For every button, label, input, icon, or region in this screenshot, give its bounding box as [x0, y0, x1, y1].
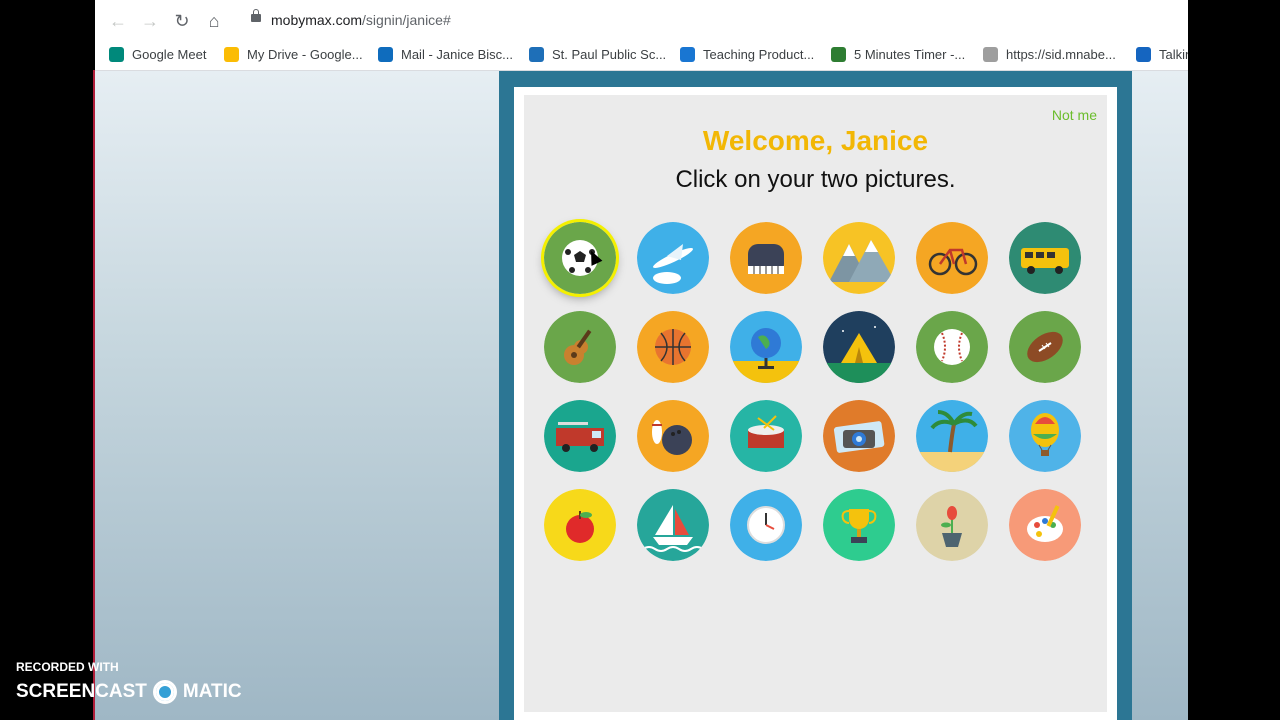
back-icon[interactable]: ←: [107, 10, 129, 32]
picture-clock[interactable]: [730, 489, 802, 561]
url-host: mobymax.com: [271, 12, 363, 28]
school-bus-icon: [1009, 222, 1081, 294]
picture-paint-palette[interactable]: [1009, 489, 1081, 561]
flower-pot-icon: [916, 489, 988, 561]
bookmark-label: My Drive - Google...: [247, 47, 363, 62]
bookmark-label: St. Paul Public Sc...: [552, 47, 667, 62]
bookmark-label: Talkin: [1159, 47, 1188, 62]
fire-truck-icon: [544, 400, 616, 472]
piano-icon: [730, 222, 802, 294]
timer-icon: [831, 47, 846, 62]
bicycle-icon: [916, 222, 988, 294]
basketball-icon: [637, 311, 709, 383]
bookmark-google-meet[interactable]: Google Meet: [109, 45, 206, 65]
document-icon: [983, 47, 998, 62]
picture-airplane[interactable]: [637, 222, 709, 294]
bookmark-st-paul[interactable]: St. Paul Public Sc...: [529, 45, 666, 65]
google-drive-icon: [224, 47, 239, 62]
reload-icon[interactable]: ↻: [171, 10, 193, 32]
screencast-watermark: RECORDED WITH SCREENCAST MATIC: [16, 660, 242, 704]
picture-hot-air-balloon[interactable]: [1009, 400, 1081, 472]
address-bar[interactable]: mobymax.com/signin/janice#: [245, 8, 1188, 34]
soccer-ball-icon: [544, 222, 616, 294]
screencast-logo-icon: [152, 680, 177, 704]
hot-air-balloon-icon: [1009, 400, 1081, 472]
home-icon[interactable]: ⌂: [203, 10, 225, 32]
picture-soccer-ball[interactable]: [544, 222, 616, 294]
bookmark-label: Mail - Janice Bisc...: [401, 47, 513, 62]
bookmark-talkin[interactable]: Talkin: [1136, 45, 1188, 65]
picture-sailboat[interactable]: [637, 489, 709, 561]
clock-icon: [730, 489, 802, 561]
mountains-icon: [823, 222, 895, 294]
picture-drum[interactable]: [730, 400, 802, 472]
watermark-brand-left: SCREENCAST: [16, 681, 147, 702]
welcome-heading: Welcome, Janice: [702, 125, 929, 156]
picture-flower-pot[interactable]: [916, 489, 988, 561]
toolbar: ← → ↻ ⌂ mobymax.com/signin/janice#: [95, 0, 1188, 40]
browser-window: ← → ↻ ⌂ mobymax.com/signin/janice# Googl…: [95, 0, 1188, 720]
pinterest-icon: [680, 47, 695, 62]
baseball-icon: [916, 311, 988, 383]
picture-piano[interactable]: [730, 222, 802, 294]
paint-palette-icon: [1009, 489, 1081, 561]
bookmark-label: 5 Minutes Timer -...: [854, 47, 966, 62]
picture-fire-truck[interactable]: [544, 400, 616, 472]
instruction-text: Click on your two pictures.: [675, 166, 956, 193]
picture-baseball[interactable]: [916, 311, 988, 383]
lock-icon: [251, 9, 261, 22]
picture-camera[interactable]: [823, 400, 895, 472]
picture-mountains[interactable]: [823, 222, 895, 294]
picture-football[interactable]: [1009, 311, 1081, 383]
bookmark-my-drive[interactable]: My Drive - Google...: [224, 45, 363, 65]
apple-icon: [544, 489, 616, 561]
watermark-line1: RECORDED WITH: [16, 660, 119, 674]
signin-frame: Not me Welcome, Janice Click on your two…: [499, 71, 1132, 720]
bookmark-mail[interactable]: Mail - Janice Bisc...: [378, 45, 513, 65]
picture-apple[interactable]: [544, 489, 616, 561]
bookmark-sid[interactable]: https://sid.mnabe...: [983, 45, 1116, 65]
picture-guitar[interactable]: [544, 311, 616, 383]
calendar-icon: [529, 47, 544, 62]
picture-bowling[interactable]: [637, 400, 709, 472]
picture-palm-tree[interactable]: [916, 400, 988, 472]
forward-icon[interactable]: →: [139, 10, 161, 32]
url-text[interactable]: mobymax.com/signin/janice#: [271, 12, 451, 28]
airplane-icon: [637, 222, 709, 294]
bookmark-label: Google Meet: [132, 47, 207, 62]
bookmark-label: Teaching Product...: [703, 47, 815, 62]
bookmark-label: https://sid.mnabe...: [1006, 47, 1116, 62]
camera-icon: [823, 400, 895, 472]
signin-card: Not me Welcome, Janice Click on your two…: [514, 87, 1117, 720]
guitar-icon: [544, 311, 616, 383]
outlook-icon: [378, 47, 393, 62]
url-path: /signin/janice#: [362, 12, 451, 28]
drum-icon: [730, 400, 802, 472]
sailboat-icon: [637, 489, 709, 561]
picture-basketball[interactable]: [637, 311, 709, 383]
chat-icon: [1136, 47, 1151, 62]
signin-panel: Not me Welcome, Janice Click on your two…: [524, 95, 1107, 712]
bookmark-teaching-product[interactable]: Teaching Product...: [680, 45, 814, 65]
football-icon: [1009, 311, 1081, 383]
bookmark-timer[interactable]: 5 Minutes Timer -...: [831, 45, 965, 65]
picture-tent[interactable]: [823, 311, 895, 383]
bookmarks-bar: Google Meet My Drive - Google... Mail - …: [95, 40, 1188, 71]
picture-school-bus[interactable]: [1009, 222, 1081, 294]
bowling-icon: [637, 400, 709, 472]
picture-trophy[interactable]: [823, 489, 895, 561]
google-meet-icon: [109, 47, 124, 62]
tent-icon: [823, 311, 895, 383]
picture-globe[interactable]: [730, 311, 802, 383]
not-me-link[interactable]: Not me: [1052, 107, 1097, 123]
globe-icon: [730, 311, 802, 383]
page-content: Not me Welcome, Janice Click on your two…: [95, 71, 1188, 720]
trophy-icon: [823, 489, 895, 561]
watermark-brand-right: MATIC: [182, 681, 242, 702]
picture-bicycle[interactable]: [916, 222, 988, 294]
palm-tree-icon: [916, 400, 988, 472]
